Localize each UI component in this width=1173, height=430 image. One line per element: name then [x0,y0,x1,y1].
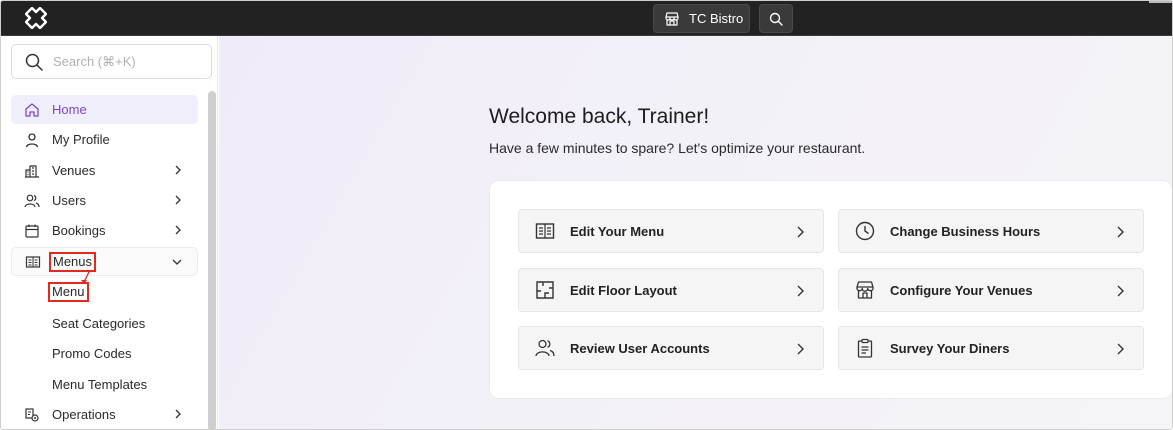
sidebar: Home My Profile Venues [1,36,218,429]
storefront-icon [856,281,874,299]
sidebar-subitem-label: Promo Codes [52,345,132,361]
floor-plan-icon [536,281,554,299]
menu-book-icon [535,223,555,239]
sidebar-subitem-menu-templates[interactable]: Menu Templates [52,373,147,395]
sidebar-item-venues[interactable]: Venues [11,156,198,185]
app-window: TC Bistro Home [0,0,1173,430]
sidebar-item-home[interactable]: Home [11,95,198,124]
venue-name: TC Bistro [689,11,744,26]
home-icon [25,102,39,117]
edit-your-menu-button[interactable]: Edit Your Menu [518,209,824,253]
sidebar-subitem-label: Seat Categories [52,315,146,331]
tile-label: Change Business Hours [890,223,1041,239]
sidebar-item-label: Bookings [52,223,106,238]
configure-your-venues-button[interactable]: Configure Your Venues [838,268,1144,312]
sidebar-item-label: Venues [52,163,96,178]
sidebar-item-menus[interactable]: Menus [11,247,198,276]
sidebar-item-operations[interactable]: Operations [11,400,198,429]
tile-label: Review User Accounts [570,340,710,356]
main-content: Welcome back, Trainer! Have a few minute… [219,36,1172,429]
sidebar-search-input[interactable] [53,54,203,69]
app-logo-icon[interactable] [25,7,47,29]
sidebar-subitem-label: Menu Templates [52,376,148,392]
sidebar-item-label: Operations [52,407,116,422]
tile-label: Survey Your Diners [890,340,1010,356]
sidebar-item-users[interactable]: Users [11,186,198,215]
users-icon [535,339,555,357]
clipboard-icon [857,338,873,358]
chevron-right-icon [175,165,181,175]
sidebar-item-label: Home [52,102,87,117]
sidebar-item-label: My Profile [52,132,110,147]
tile-label: Edit Your Menu [570,223,665,239]
venue-switcher-button[interactable]: TC Bistro [653,4,750,33]
global-search-button[interactable] [759,4,793,33]
sidebar-item-label: Users [52,193,86,208]
top-bar: TC Bistro [1,1,1172,36]
tile-label: Configure Your Venues [890,282,1033,298]
clock-icon [855,221,875,241]
sidebar-subitem-label: Menu [48,282,89,302]
sidebar-search[interactable] [11,44,212,79]
sidebar-scrollbar[interactable] [208,91,216,429]
search-icon [769,12,783,26]
review-user-accounts-button[interactable]: Review User Accounts [518,326,824,370]
chevron-right-icon [175,409,181,419]
chevron-right-icon [175,195,181,205]
operations-icon [25,407,39,422]
chevron-right-icon [1117,343,1124,355]
chevron-right-icon [1117,226,1124,238]
chevron-right-icon [175,225,181,235]
window-edge-marker [1149,1,1172,3]
chevron-right-icon [797,226,804,238]
chevron-right-icon [797,285,804,297]
calendar-icon [25,224,39,238]
sidebar-subitem-menu[interactable]: Menu [48,281,89,303]
quick-actions-card: Edit Your Menu Change Business Hours Edi… [489,180,1172,399]
survey-your-diners-button[interactable]: Survey Your Diners [838,326,1144,370]
person-icon [25,132,39,147]
sidebar-subitem-promo-codes[interactable]: Promo Codes [52,342,131,364]
sidebar-subitem-seat-categories[interactable]: Seat Categories [52,312,145,334]
welcome-subtitle: Have a few minutes to spare? Let's optim… [489,140,866,156]
users-icon [24,194,40,207]
welcome-heading: Welcome back, Trainer! [489,105,710,128]
change-business-hours-button[interactable]: Change Business Hours [838,209,1144,253]
storefront-icon [665,11,679,26]
chevron-right-icon [797,343,804,355]
sidebar-item-my-profile[interactable]: My Profile [11,125,198,154]
edit-floor-layout-button[interactable]: Edit Floor Layout [518,268,824,312]
menu-book-icon [25,255,41,268]
chevron-down-icon [172,259,182,265]
search-icon [25,53,43,71]
sidebar-item-bookings[interactable]: Bookings [11,216,198,245]
buildings-icon [25,164,39,178]
chevron-right-icon [1117,285,1124,297]
tile-label: Edit Floor Layout [570,282,677,298]
